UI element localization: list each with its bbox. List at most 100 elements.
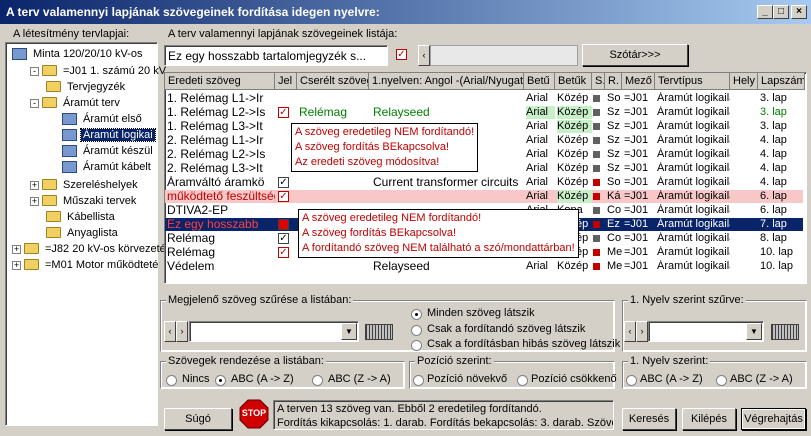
column-header[interactable]: 1.nyelven: Angol -(Arial/Nyugati) [369,73,524,90]
translate-checkbox[interactable]: ✓ [278,233,289,244]
lang-filter-combo[interactable]: ▼ [648,321,764,342]
column-header[interactable]: Eredeti szöveg [165,73,275,90]
tree-item[interactable]: Áramút logikai [62,127,156,143]
cell-orig: 1. Relémag L3->It [167,120,263,133]
cell-size: Közép [557,190,592,203]
cell-type: Áramút logikailap [657,232,730,244]
expand-icon[interactable]: + [30,197,39,206]
lang-filter-next-arrow[interactable]: › [636,321,648,342]
tree-item-label: Minta 120/20/10 kV-os [33,48,143,60]
close-button[interactable]: × [791,5,807,19]
tree-item[interactable]: =J82 20 kV-os körvezeté [24,241,168,257]
column-header[interactable]: R. [605,73,622,90]
cell-orig: Védelem [167,260,215,273]
expand-icon[interactable]: + [30,181,39,190]
tree-item[interactable]: Áramút készül [62,143,155,159]
translate-checkbox[interactable] [278,219,289,230]
tree-item-label: =J01 1. számú 20 kV [63,65,167,77]
cell-size: Közép [557,106,592,119]
keyboard-icon[interactable] [365,324,393,340]
translate-checkbox[interactable]: ✓ [278,177,289,188]
tree-item[interactable]: Anyaglista [46,225,120,241]
dictionary-button[interactable]: Szótár>>> [582,44,688,66]
expand-icon[interactable]: + [12,245,21,254]
tree-view[interactable]: Minta 120/20/10 kV-os - =J01 1. számú 20 k… [5,42,166,426]
tree-item[interactable]: Szereléshelyek [42,177,140,193]
tree-item[interactable]: =M01 Motor működteté [24,257,160,273]
pos-asc-radio[interactable] [413,375,424,386]
sort-az-radio[interactable] [215,375,226,386]
column-header[interactable]: Jel [275,73,297,90]
sort-za-radio[interactable] [312,375,323,386]
tree-item[interactable]: Minta 120/20/10 kV-os [12,46,144,62]
lang-filter-prev-arrow[interactable]: ‹ [624,321,636,342]
column-header[interactable]: Hely [730,73,758,90]
cell-orig: 2. Relémag L1->Ir [167,134,264,147]
filter-translatable-radio[interactable] [411,325,422,336]
translate-checkbox[interactable]: ✓ [278,247,289,258]
collapse-icon[interactable]: - [30,67,39,76]
filter-error-radio[interactable] [411,340,422,351]
tree-item[interactable]: =J01 1. számú 20 kV [42,63,168,79]
filter-all-radio[interactable] [411,309,422,320]
search-input[interactable]: Ez egy hosszabb tartalomjegyzék s... [164,45,388,66]
column-header[interactable]: S. [592,73,605,90]
search-button[interactable]: Keresés [622,408,676,430]
cell-orig: Ez egy hosszabb [167,218,259,231]
lang-sort-az-radio[interactable] [626,375,637,386]
cell-type: Áramút logikailap [657,190,730,202]
expand-icon[interactable]: + [12,261,21,270]
table-row[interactable]: 1. Relémag L3->It Arial Közép Sz =J01 Áramút … [165,120,803,133]
tree-item[interactable]: Áramút kábelt [62,159,153,175]
folder-icon [42,195,57,206]
translate-checkbox[interactable]: ✓ [278,107,289,118]
keyboard-icon[interactable] [771,324,799,340]
filter-prev-arrow[interactable]: ‹ [164,321,176,342]
scroll-left-arrow[interactable]: ‹ [418,45,430,66]
table-row[interactable]: Áramváltó áramkö ✓ Current transformer cir… [165,176,803,189]
column-header[interactable]: Cserélt szöveg [297,73,369,90]
table-row[interactable]: 1. Relémag L1->Ir Arial Közép So =J01 Áramút … [165,92,803,105]
tree-item[interactable]: Műszaki tervek [42,193,138,209]
column-header[interactable]: Tervtípus [655,73,730,90]
filter-checkbox[interactable]: ✓ [396,49,407,60]
chevron-down-icon[interactable]: ▼ [746,323,762,340]
tree-item[interactable]: Áramút terv [42,95,122,111]
tree-item[interactable]: Kábellista [46,209,117,225]
exit-button[interactable]: Kilépés [682,408,736,430]
slider-track[interactable] [430,45,578,66]
pos-desc-radio[interactable] [517,375,528,386]
tree-item[interactable]: Áramút első [62,111,144,127]
table-row[interactable]: 2. Relémag L2->Is Arial Közép Sz =J01 Áramút … [165,148,803,161]
table-row[interactable]: Védelem Relayseed Arial Közép Me =J01 Áramút l… [165,260,803,273]
cell-s: Sz [607,148,620,160]
collapse-icon[interactable]: - [30,99,39,108]
help-button[interactable]: Súgó [164,408,232,430]
cell-field: =J01 [624,162,649,174]
filter-combo[interactable]: ▼ [189,321,359,342]
column-header[interactable]: Mező [622,73,655,90]
tooltip-row-8: A szöveg eredetileg NEM fordítandó! A sz… [298,209,579,258]
folder-icon [46,211,61,222]
table-row[interactable]: 2. Relémag L1->Ir Arial Közép Sz =J01 Áramút … [165,134,803,147]
column-header[interactable]: Betűk [555,73,592,90]
tree-item-label: Kábellista [67,211,115,223]
maximize-button[interactable]: □ [773,5,789,19]
lang-sort-za-radio[interactable] [716,375,727,386]
filter-next-arrow[interactable]: › [176,321,188,342]
cell-s: Sz [607,106,620,118]
chevron-down-icon[interactable]: ▼ [341,323,357,340]
sort-none-radio[interactable] [166,375,177,386]
table-row[interactable]: működtető feszültség ✓ Arial Közép Ká =J01 Ára… [165,190,803,203]
execute-button[interactable]: Végrehajtás [741,408,806,430]
table-row[interactable]: 2. Relémag L3->It Arial Közép Sz =J01 Áramút … [165,162,803,175]
translate-checkbox[interactable]: ✓ [278,191,289,202]
tree-item[interactable]: Tervjegyzék [46,79,127,95]
stop-icon[interactable]: STOP [239,399,269,429]
document-icon [12,48,27,60]
column-header[interactable]: Betű [524,73,555,90]
table-row[interactable]: 1. Relémag L2->Is ✓ Relémag Relayseed Arial K… [165,106,803,119]
cell-size: Közép [557,148,589,160]
minimize-button[interactable]: _ [757,5,773,19]
column-header[interactable]: Lapszám [758,73,805,90]
